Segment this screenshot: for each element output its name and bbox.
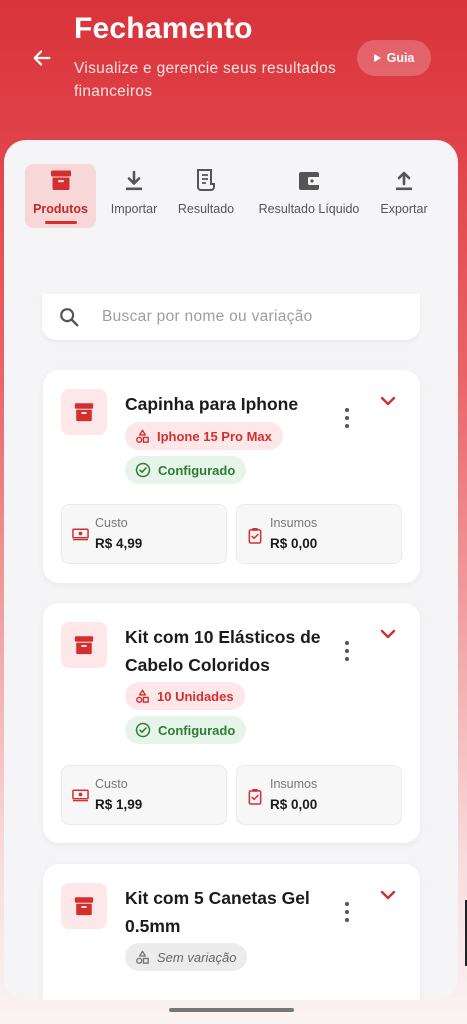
search-input[interactable] (102, 308, 402, 326)
inputs-label: Insumos (270, 516, 318, 530)
variation-label: 10 Unidades (157, 688, 234, 704)
more-options-button[interactable] (339, 639, 355, 663)
cost-value: R$ 4,99 (95, 536, 143, 551)
archive-icon (61, 883, 107, 929)
inputs-label: Insumos (270, 777, 318, 791)
variation-label: Sem variação (157, 949, 237, 965)
status-badge: Configurado (125, 456, 247, 484)
tab-label: Produtos (33, 202, 88, 216)
more-options-button[interactable] (339, 900, 355, 924)
clipboard-check-icon (248, 527, 262, 544)
product-card[interactable]: Kit com 5 Canetas Gel 0.5mm Sem variação (43, 864, 420, 1000)
more-options-button[interactable] (339, 406, 355, 430)
check-circle-icon (135, 722, 151, 738)
cost-box: Custo R$ 1,99 (61, 765, 227, 825)
inputs-box: Insumos R$ 0,00 (236, 504, 402, 564)
arrow-left-icon (33, 50, 51, 66)
tab-resultado[interactable]: Resultado (174, 164, 238, 228)
search-icon (60, 308, 79, 327)
tab-bar: Produtos Importar Resultado Resultado Lí… (4, 164, 458, 234)
shapes-icon (136, 689, 149, 703)
tab-label: Exportar (380, 202, 428, 216)
active-tab-indicator (45, 221, 77, 224)
variation-chip: Sem variação (125, 943, 248, 971)
cost-label: Custo (95, 777, 128, 791)
money-icon (72, 528, 89, 541)
status-label: Configurado (158, 462, 236, 478)
tab-label: Importar (110, 202, 158, 216)
metrics-row: Custo R$ 4,99 Insumos R$ 0,00 (61, 504, 402, 564)
cost-box: Custo R$ 4,99 (61, 504, 227, 564)
product-card[interactable]: Capinha para Iphone Iphone 15 Pro Max Co… (43, 370, 420, 583)
shapes-icon (136, 950, 149, 964)
chevron-down-icon[interactable] (379, 627, 397, 641)
tab-label: Resultado Líquido (258, 202, 360, 216)
page-title: Fechamento (74, 12, 253, 45)
download-icon (124, 164, 144, 194)
content-panel: Produtos Importar Resultado Resultado Lí… (4, 140, 458, 1000)
archive-icon (61, 389, 107, 435)
money-icon (72, 789, 89, 802)
product-name: Kit com 5 Canetas Gel 0.5mm (125, 888, 310, 936)
wallet-icon (297, 164, 321, 194)
search-bar (42, 294, 420, 340)
guide-label: Guia (386, 51, 415, 65)
archive-icon (49, 164, 73, 194)
play-icon (373, 54, 381, 62)
metrics-row: Custo R$ 1,99 Insumos R$ 0,00 (61, 765, 402, 825)
variation-chip: Iphone 15 Pro Max (125, 422, 283, 450)
header: Fechamento Visualize e gerencie seus res… (0, 0, 467, 140)
tab-produtos[interactable]: Produtos (25, 164, 96, 228)
status-label: Configurado (158, 722, 236, 738)
tab-resultado-liquido[interactable]: Resultado Líquido (250, 164, 368, 228)
check-circle-icon (135, 462, 151, 478)
tab-importar[interactable]: Importar (104, 164, 164, 228)
product-name: Kit com 10 Elásticos de Cabelo Coloridos (125, 627, 321, 675)
guide-button[interactable]: Guia (357, 40, 431, 76)
home-indicator[interactable] (169, 1008, 294, 1012)
page-subtitle: Visualize e gerencie seus resultados fin… (74, 60, 337, 100)
chevron-down-icon[interactable] (379, 888, 397, 902)
clipboard-check-icon (248, 788, 262, 805)
inputs-value: R$ 0,00 (270, 797, 318, 812)
variation-label: Iphone 15 Pro Max (157, 428, 272, 444)
status-badge: Configurado (125, 716, 247, 744)
chevron-down-icon[interactable] (379, 394, 397, 408)
shapes-icon (136, 429, 149, 443)
tab-exportar[interactable]: Exportar (374, 164, 434, 228)
tab-label: Resultado (177, 202, 235, 216)
variation-chip: 10 Unidades (125, 682, 245, 710)
cost-value: R$ 1,99 (95, 797, 143, 812)
receipt-icon (195, 164, 217, 194)
product-card[interactable]: Kit com 10 Elásticos de Cabelo Coloridos… (43, 603, 420, 843)
product-name: Capinha para Iphone (125, 394, 299, 414)
inputs-box: Insumos R$ 0,00 (236, 765, 402, 825)
cost-label: Custo (95, 516, 128, 530)
back-button[interactable] (28, 44, 56, 72)
archive-icon (61, 622, 107, 668)
upload-icon (394, 164, 414, 194)
inputs-value: R$ 0,00 (270, 536, 318, 551)
